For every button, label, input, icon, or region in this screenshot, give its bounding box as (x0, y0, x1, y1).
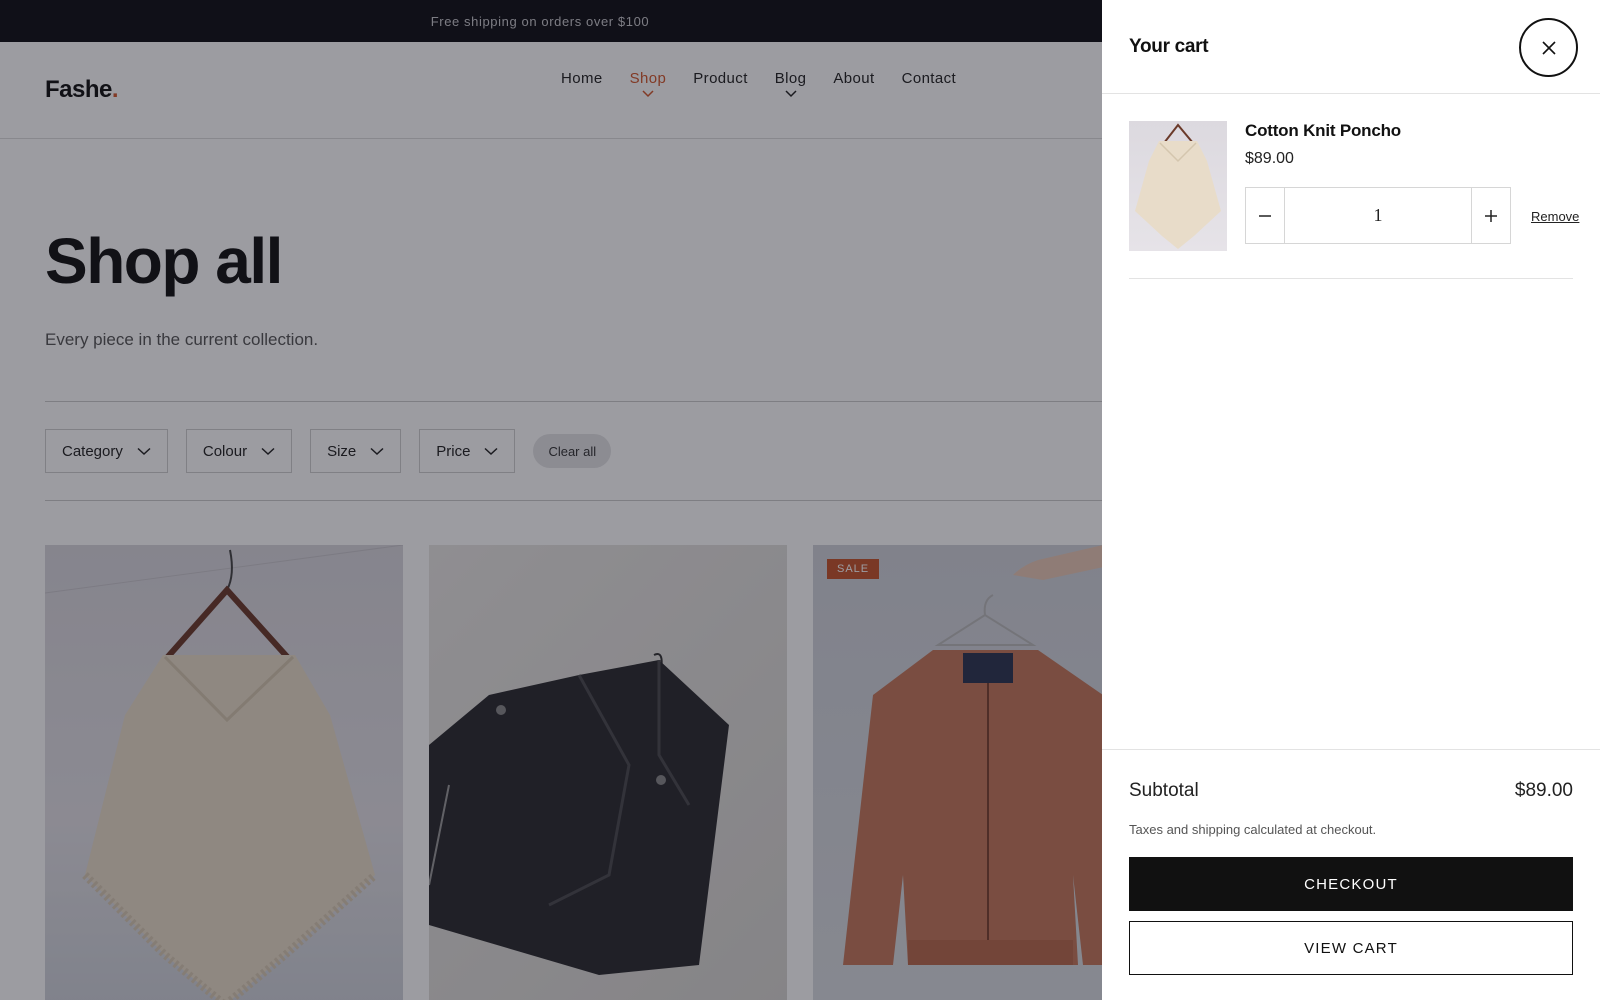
cart-drawer: Your cart Cotton Knit Poncho $89.00 1 Re… (1102, 0, 1600, 1000)
subtotal-value: $89.00 (1514, 780, 1573, 801)
cart-footer: Subtotal $89.00 Taxes and shipping calcu… (1102, 749, 1600, 1000)
poncho-thumbnail-image (1135, 123, 1221, 249)
cart-item-thumbnail[interactable] (1129, 121, 1227, 251)
remove-item-link[interactable]: Remove (1531, 209, 1579, 224)
cart-line-item: Cotton Knit Poncho $89.00 1 Remove (1129, 121, 1579, 279)
minus-icon (1259, 214, 1271, 217)
increase-quantity-button[interactable] (1472, 188, 1510, 243)
cart-header: Your cart (1102, 0, 1600, 94)
cart-item-name[interactable]: Cotton Knit Poncho (1245, 121, 1401, 141)
quantity-input[interactable]: 1 (1284, 188, 1472, 243)
close-cart-button[interactable] (1519, 18, 1578, 77)
cart-title: Your cart (1129, 36, 1209, 57)
quantity-stepper: 1 (1245, 187, 1511, 244)
subtotal-label: Subtotal (1129, 780, 1199, 801)
view-cart-button[interactable]: VIEW CART (1129, 921, 1573, 975)
page-overlay[interactable] (0, 0, 1102, 1000)
cart-item-price: $89.00 (1245, 150, 1294, 167)
checkout-button[interactable]: CHECKOUT (1129, 857, 1573, 911)
plus-icon (1485, 209, 1497, 222)
close-icon (1541, 40, 1556, 55)
tax-note: Taxes and shipping calculated at checkou… (1129, 822, 1377, 837)
decrease-quantity-button[interactable] (1246, 188, 1284, 243)
